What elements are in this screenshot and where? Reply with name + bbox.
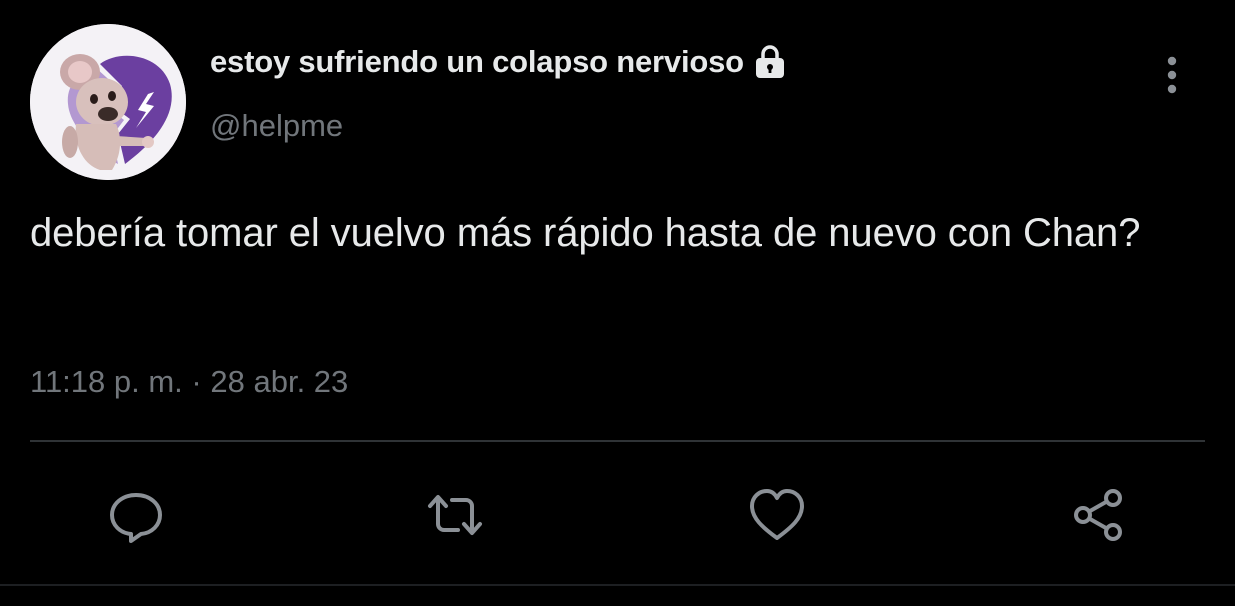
reply-icon [110, 493, 162, 543]
tweet-time: 11:18 p. m. [30, 364, 183, 399]
more-options-button[interactable] [1150, 52, 1194, 98]
retweet-icon [428, 495, 482, 535]
avatar[interactable] [30, 24, 186, 180]
like-button[interactable] [747, 486, 807, 544]
share-button[interactable] [1068, 486, 1128, 544]
display-name[interactable]: estoy sufriendo un colapso nervioso [210, 44, 786, 80]
user-handle[interactable]: @helpme [210, 108, 343, 144]
avatar-image [30, 24, 186, 180]
share-icon [1074, 489, 1122, 541]
bottom-divider [0, 584, 1235, 586]
divider [30, 440, 1205, 442]
tweet-timestamp[interactable]: 11:18 p. m. · 28 abr. 23 [30, 364, 348, 400]
lock-icon [754, 45, 786, 79]
tweet-text: debería tomar el vuelvo más rápido hasta… [30, 211, 1141, 255]
reply-button[interactable] [106, 486, 166, 544]
meta-separator: · [191, 364, 202, 399]
heart-icon [750, 489, 804, 540]
more-vertical-icon [1167, 56, 1177, 94]
display-name-text: estoy sufriendo un colapso nervioso [210, 44, 744, 79]
tweet-date: 28 abr. 23 [210, 364, 349, 399]
retweet-button[interactable] [425, 486, 485, 544]
